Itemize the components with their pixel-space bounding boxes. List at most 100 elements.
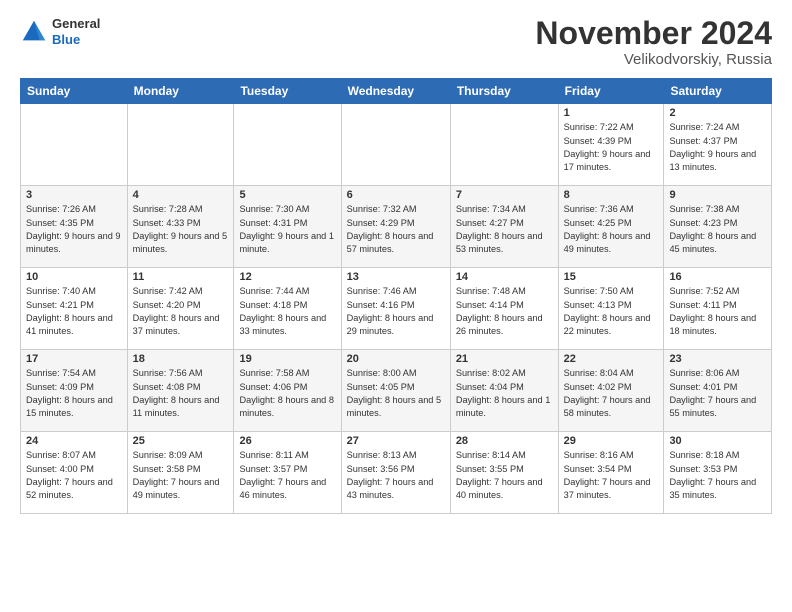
day-info: Sunrise: 7:26 AM Sunset: 4:35 PM Dayligh…: [26, 203, 122, 256]
table-row: 27 Sunrise: 8:13 AM Sunset: 3:56 PM Dayli…: [341, 432, 450, 514]
day-number: 10: [26, 271, 122, 283]
calendar-week-3: 10 Sunrise: 7:40 AM Sunset: 4:21 PM Dayli…: [21, 268, 772, 350]
day-number: 21: [456, 353, 553, 365]
day-info: Sunrise: 8:11 AM Sunset: 3:57 PM Dayligh…: [239, 449, 335, 502]
day-number: 18: [133, 353, 229, 365]
day-info: Sunrise: 7:58 AM Sunset: 4:06 PM Dayligh…: [239, 367, 335, 420]
table-row: 16 Sunrise: 7:52 AM Sunset: 4:11 PM Dayli…: [664, 268, 772, 350]
table-row: 9 Sunrise: 7:38 AM Sunset: 4:23 PM Daylig…: [664, 186, 772, 268]
calendar-week-4: 17 Sunrise: 7:54 AM Sunset: 4:09 PM Dayli…: [21, 350, 772, 432]
table-row: 7 Sunrise: 7:34 AM Sunset: 4:27 PM Daylig…: [450, 186, 558, 268]
day-number: 12: [239, 271, 335, 283]
table-row: 25Sunrise: 8:09 AM Sunset: 3:58 PM Dayli…: [127, 432, 234, 514]
day-number: 20: [347, 353, 445, 365]
calendar-week-2: 3 Sunrise: 7:26 AM Sunset: 4:35 PM Daylig…: [21, 186, 772, 268]
month-title: November 2024: [535, 16, 772, 51]
table-row: 13 Sunrise: 7:46 AM Sunset: 4:16 PM Dayli…: [341, 268, 450, 350]
table-row: [341, 104, 450, 186]
day-info: Sunrise: 7:44 AM Sunset: 4:18 PM Dayligh…: [239, 285, 335, 338]
day-number: 30: [669, 435, 766, 447]
day-number: 13: [347, 271, 445, 283]
table-row: 14 Sunrise: 7:48 AM Sunset: 4:14 PM Dayli…: [450, 268, 558, 350]
day-info: Sunrise: 7:36 AM Sunset: 4:25 PM Dayligh…: [564, 203, 659, 256]
day-info: Sunrise: 7:28 AM Sunset: 4:33 PM Dayligh…: [133, 203, 229, 256]
day-info: Sunrise: 7:52 AM Sunset: 4:11 PM Dayligh…: [669, 285, 766, 338]
day-info: Sunrise: 7:48 AM Sunset: 4:14 PM Dayligh…: [456, 285, 553, 338]
day-info: Sunrise: 8:07 AM Sunset: 4:00 PM Dayligh…: [26, 449, 122, 502]
day-info: Sunrise: 8:14 AM Sunset: 3:55 PM Dayligh…: [456, 449, 553, 502]
table-row: 15Sunrise: 7:50 AM Sunset: 4:13 PM Dayli…: [558, 268, 664, 350]
day-number: 7: [456, 189, 553, 201]
logo-text: General Blue: [52, 16, 100, 47]
table-row: 19 Sunrise: 7:58 AM Sunset: 4:06 PM Dayli…: [234, 350, 341, 432]
table-row: 1Sunrise: 7:22 AM Sunset: 4:39 PM Daylig…: [558, 104, 664, 186]
table-row: 22Sunrise: 8:04 AM Sunset: 4:02 PM Dayli…: [558, 350, 664, 432]
table-row: 10 Sunrise: 7:40 AM Sunset: 4:21 PM Dayli…: [21, 268, 128, 350]
day-info: Sunrise: 7:22 AM Sunset: 4:39 PM Dayligh…: [564, 121, 659, 174]
table-row: 5Sunrise: 7:30 AM Sunset: 4:31 PM Daylig…: [234, 186, 341, 268]
th-monday: Monday: [127, 79, 234, 104]
day-number: 23: [669, 353, 766, 365]
calendar-table: Sunday Monday Tuesday Wednesday Thursday…: [20, 78, 772, 514]
day-info: Sunrise: 7:46 AM Sunset: 4:16 PM Dayligh…: [347, 285, 445, 338]
day-number: 15: [564, 271, 659, 283]
table-row: [450, 104, 558, 186]
table-row: 30 Sunrise: 8:18 AM Sunset: 3:53 PM Dayli…: [664, 432, 772, 514]
day-number: 17: [26, 353, 122, 365]
th-sunday: Sunday: [21, 79, 128, 104]
day-info: Sunrise: 7:40 AM Sunset: 4:21 PM Dayligh…: [26, 285, 122, 338]
day-info: Sunrise: 7:38 AM Sunset: 4:23 PM Dayligh…: [669, 203, 766, 256]
day-number: 3: [26, 189, 122, 201]
day-number: 2: [669, 107, 766, 119]
logo-blue: Blue: [52, 32, 100, 48]
th-tuesday: Tuesday: [234, 79, 341, 104]
table-row: 24Sunrise: 8:07 AM Sunset: 4:00 PM Dayli…: [21, 432, 128, 514]
calendar-header-row: Sunday Monday Tuesday Wednesday Thursday…: [21, 79, 772, 104]
day-info: Sunrise: 8:02 AM Sunset: 4:04 PM Dayligh…: [456, 367, 553, 420]
day-number: 27: [347, 435, 445, 447]
header: General Blue November 2024 Velikodvorski…: [20, 16, 772, 68]
day-info: Sunrise: 7:42 AM Sunset: 4:20 PM Dayligh…: [133, 285, 229, 338]
location-subtitle: Velikodvorskiy, Russia: [535, 51, 772, 68]
table-row: 20Sunrise: 8:00 AM Sunset: 4:05 PM Dayli…: [341, 350, 450, 432]
day-number: 26: [239, 435, 335, 447]
logo: General Blue: [20, 16, 100, 47]
day-info: Sunrise: 7:54 AM Sunset: 4:09 PM Dayligh…: [26, 367, 122, 420]
logo-icon: [20, 18, 48, 46]
day-info: Sunrise: 7:34 AM Sunset: 4:27 PM Dayligh…: [456, 203, 553, 256]
table-row: 21 Sunrise: 8:02 AM Sunset: 4:04 PM Dayli…: [450, 350, 558, 432]
th-friday: Friday: [558, 79, 664, 104]
day-info: Sunrise: 7:32 AM Sunset: 4:29 PM Dayligh…: [347, 203, 445, 256]
title-block: November 2024 Velikodvorskiy, Russia: [535, 16, 772, 68]
table-row: 6 Sunrise: 7:32 AM Sunset: 4:29 PM Daylig…: [341, 186, 450, 268]
logo-general: General: [52, 16, 100, 32]
day-number: 14: [456, 271, 553, 283]
table-row: [21, 104, 128, 186]
day-info: Sunrise: 8:13 AM Sunset: 3:56 PM Dayligh…: [347, 449, 445, 502]
day-number: 9: [669, 189, 766, 201]
th-saturday: Saturday: [664, 79, 772, 104]
calendar-week-5: 24Sunrise: 8:07 AM Sunset: 4:00 PM Dayli…: [21, 432, 772, 514]
day-info: Sunrise: 8:18 AM Sunset: 3:53 PM Dayligh…: [669, 449, 766, 502]
day-number: 11: [133, 271, 229, 283]
day-number: 19: [239, 353, 335, 365]
th-thursday: Thursday: [450, 79, 558, 104]
table-row: 23 Sunrise: 8:06 AM Sunset: 4:01 PM Dayli…: [664, 350, 772, 432]
table-row: 29Sunrise: 8:16 AM Sunset: 3:54 PM Dayli…: [558, 432, 664, 514]
th-wednesday: Wednesday: [341, 79, 450, 104]
table-row: 28Sunrise: 8:14 AM Sunset: 3:55 PM Dayli…: [450, 432, 558, 514]
day-info: Sunrise: 8:06 AM Sunset: 4:01 PM Dayligh…: [669, 367, 766, 420]
table-row: 2Sunrise: 7:24 AM Sunset: 4:37 PM Daylig…: [664, 104, 772, 186]
page: General Blue November 2024 Velikodvorski…: [0, 0, 792, 612]
table-row: 11 Sunrise: 7:42 AM Sunset: 4:20 PM Dayli…: [127, 268, 234, 350]
day-info: Sunrise: 7:56 AM Sunset: 4:08 PM Dayligh…: [133, 367, 229, 420]
day-number: 16: [669, 271, 766, 283]
table-row: [234, 104, 341, 186]
day-number: 5: [239, 189, 335, 201]
day-number: 6: [347, 189, 445, 201]
table-row: 26 Sunrise: 8:11 AM Sunset: 3:57 PM Dayli…: [234, 432, 341, 514]
table-row: 18 Sunrise: 7:56 AM Sunset: 4:08 PM Dayli…: [127, 350, 234, 432]
table-row: [127, 104, 234, 186]
day-number: 8: [564, 189, 659, 201]
table-row: 12 Sunrise: 7:44 AM Sunset: 4:18 PM Dayli…: [234, 268, 341, 350]
